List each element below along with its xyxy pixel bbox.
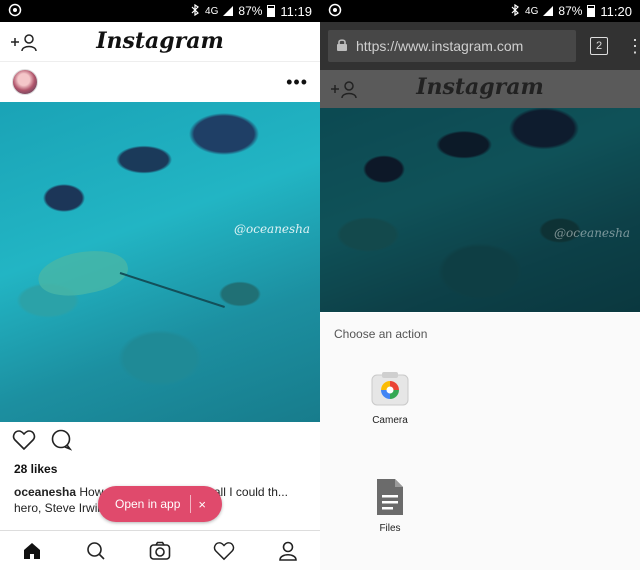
sheet-title: Choose an action	[334, 327, 428, 341]
search-icon[interactable]	[85, 540, 107, 562]
profile-icon[interactable]	[277, 540, 299, 562]
url-text: https://www.instagram.com	[356, 38, 524, 54]
home-icon[interactable]	[21, 540, 43, 562]
camera-app-icon	[370, 369, 410, 409]
camera-app-label: Camera	[372, 415, 408, 426]
like-heart-icon[interactable]	[12, 429, 36, 456]
instagram-header: Instagram	[0, 22, 320, 62]
status-bar: 4G 87% 11:19	[0, 0, 320, 22]
battery-percent: 87%	[238, 4, 263, 18]
browser-toolbar: https://www.instagram.com 2 ⋮	[320, 22, 640, 70]
post-photo: @oceanesha	[320, 108, 640, 312]
signal-icon	[223, 6, 234, 16]
more-options-icon[interactable]: •••	[286, 73, 308, 91]
post-photo[interactable]: @oceanesha	[0, 102, 320, 422]
menu-kebab-icon[interactable]: ⋮	[626, 37, 640, 55]
tab-switcher-button[interactable]: 2	[590, 37, 608, 55]
right-screen: 4G 87% 11:20 https://www.instagram.com 2…	[320, 0, 640, 570]
post-actions	[0, 422, 320, 462]
clock: 11:19	[280, 3, 312, 19]
signal-icon	[543, 6, 554, 16]
network-type: 4G	[205, 5, 219, 17]
activity-heart-icon[interactable]	[213, 540, 235, 562]
photo-watermark: @oceanesha	[554, 226, 631, 240]
close-icon[interactable]: ×	[198, 497, 206, 512]
left-screen: 4G 87% 11:19 Instagram ••• @oceanesha 28…	[0, 0, 320, 570]
instagram-logo: Instagram	[416, 74, 544, 100]
photo-watermark: @oceanesha	[234, 222, 311, 236]
clock: 11:20	[600, 3, 632, 19]
instagram-header: Instagram	[320, 70, 640, 108]
camera-icon[interactable]	[149, 540, 171, 562]
files-app-option[interactable]: Files	[350, 477, 430, 534]
avatar[interactable]	[12, 69, 38, 95]
instagram-logo: Instagram	[96, 28, 224, 54]
files-app-icon	[370, 477, 410, 517]
caption-username[interactable]: oceanesha	[14, 485, 76, 499]
app-notification-icon	[8, 3, 22, 20]
battery-percent: 87%	[558, 4, 583, 18]
bottom-navigation	[0, 530, 320, 570]
lock-icon	[336, 38, 348, 55]
divider	[190, 495, 192, 513]
action-chooser-sheet: Choose an action Camera Files	[320, 313, 640, 570]
files-app-label: Files	[379, 523, 401, 534]
status-bar: 4G 87% 11:20	[320, 0, 640, 22]
add-person-icon	[330, 79, 357, 99]
camera-app-option[interactable]: Camera	[350, 369, 430, 426]
likes-count[interactable]: 28 likes	[0, 462, 320, 480]
battery-icon	[587, 5, 596, 17]
add-person-icon[interactable]	[10, 32, 37, 52]
post-header: •••	[0, 62, 320, 102]
photo-content	[0, 102, 320, 422]
dimmed-page: Instagram @oceanesha	[320, 70, 640, 312]
network-type: 4G	[525, 5, 539, 17]
app-notification-icon	[328, 3, 342, 20]
comment-icon[interactable]	[50, 429, 73, 456]
battery-icon	[267, 5, 276, 17]
url-bar[interactable]: https://www.instagram.com	[328, 30, 576, 62]
open-in-app-label: Open in app	[115, 497, 181, 511]
photo-content	[320, 108, 640, 312]
bluetooth-icon	[190, 3, 200, 19]
open-in-app-button[interactable]: Open in app ×	[98, 486, 222, 522]
bluetooth-icon	[510, 3, 520, 19]
